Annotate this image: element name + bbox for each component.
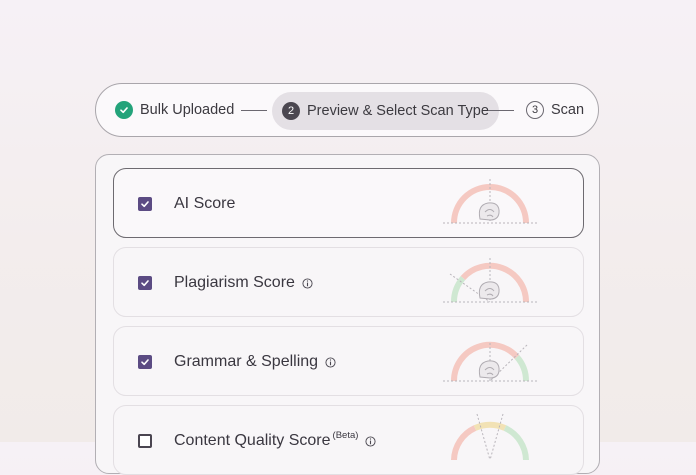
step-number: 3 [526, 101, 544, 119]
scan-option-label: Content Quality Score [174, 432, 331, 449]
step-label: Preview & Select Scan Type [307, 103, 489, 119]
info-icon[interactable] [325, 356, 336, 368]
check-icon [115, 101, 133, 119]
scan-option-label: Grammar & Spelling [174, 353, 319, 370]
info-icon[interactable] [365, 435, 376, 447]
content-quality-gauge-icon [451, 413, 529, 461]
beta-badge: (Beta) [332, 429, 359, 441]
step-label: Scan [551, 102, 585, 118]
scan-type-panel: AI Score Plagiarism Score Grammar & Spel… [95, 154, 600, 475]
scan-option-content-quality-score[interactable]: Content Quality Score (Beta) [113, 405, 584, 475]
checkbox-checked[interactable] [138, 276, 152, 290]
checkbox-checked[interactable] [138, 197, 152, 211]
step-connector [488, 110, 514, 111]
checkbox-checked[interactable] [138, 355, 152, 369]
step-number: 2 [282, 102, 300, 120]
scan-option-grammar-spelling[interactable]: Grammar & Spelling [113, 326, 584, 396]
step-preview-select[interactable]: 2 Preview & Select Scan Type [272, 92, 499, 130]
ai-gauge-icon [443, 179, 537, 224]
step-connector [241, 110, 267, 111]
step-scan[interactable]: 3 Scan [526, 101, 584, 119]
grammar-gauge-icon [443, 341, 537, 382]
step-bulk-uploaded[interactable]: Bulk Uploaded [115, 101, 234, 119]
scan-option-label: Plagiarism Score [174, 274, 295, 291]
plagiarism-gauge-icon [443, 258, 537, 303]
info-icon[interactable] [302, 277, 313, 289]
step-label: Bulk Uploaded [140, 102, 235, 118]
scan-option-label: AI Score [174, 195, 236, 212]
scan-option-plagiarism-score[interactable]: Plagiarism Score [113, 247, 584, 317]
checkbox-unchecked[interactable] [138, 434, 152, 448]
scan-option-ai-score[interactable]: AI Score [113, 168, 584, 238]
scan-stepper: Bulk Uploaded 2 Preview & Select Scan Ty… [95, 83, 599, 137]
